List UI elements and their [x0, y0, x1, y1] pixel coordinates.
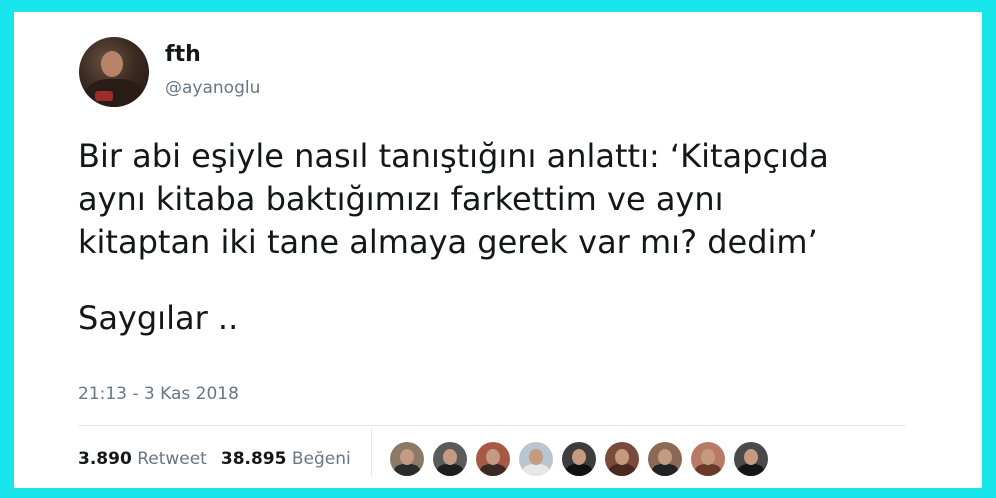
retweet-label: Retweet — [137, 449, 207, 469]
tweet-line: Saygılar .. — [78, 299, 239, 337]
like-count: 38.895 — [220, 449, 287, 469]
avatar-shirt — [85, 79, 143, 107]
liker-body — [523, 464, 549, 476]
stats-separator — [371, 428, 372, 476]
liker-face — [572, 449, 586, 465]
like-label: Beğeni — [291, 449, 351, 469]
engagement-stats: 3.890 Retweet 38.895 Beğeni — [78, 449, 351, 469]
tweet-line: aynı kitaba baktığımızı farkettim ve ayn… — [78, 180, 724, 218]
avatar-face — [101, 51, 123, 77]
user-name[interactable]: fth — [165, 42, 201, 67]
liker-face — [400, 449, 414, 465]
tweet-text: Bir abi eşiyle nasıl tanıştığını anlattı… — [78, 135, 958, 340]
retweet-stat[interactable]: 3.890 Retweet — [78, 449, 207, 469]
liker-face — [701, 449, 715, 465]
divider — [78, 425, 906, 426]
tweet-timestamp[interactable]: 21:13 - 3 Kas 2018 — [78, 384, 239, 404]
tweet-line: kitaptan iki tane almaya gerek var mı? d… — [78, 223, 818, 261]
liker-avatar-9[interactable] — [734, 442, 768, 476]
liker-face — [744, 449, 758, 465]
liker-face — [486, 449, 500, 465]
liker-body — [609, 464, 635, 476]
liker-face — [658, 449, 672, 465]
liker-face — [615, 449, 629, 465]
liker-avatar-1[interactable] — [390, 442, 424, 476]
retweet-count: 3.890 — [78, 449, 132, 469]
liker-avatar-4[interactable] — [519, 442, 553, 476]
user-handle[interactable]: @ayanoglu — [165, 78, 260, 98]
liker-face — [443, 449, 457, 465]
like-stat[interactable]: 38.895 Beğeni — [221, 449, 351, 469]
liker-avatar-7[interactable] — [648, 442, 682, 476]
liker-avatar-8[interactable] — [691, 442, 725, 476]
liker-body — [480, 464, 506, 476]
liker-avatar-5[interactable] — [562, 442, 596, 476]
liker-body — [437, 464, 463, 476]
liker-body — [652, 464, 678, 476]
liker-avatar-6[interactable] — [605, 442, 639, 476]
liker-avatar-2[interactable] — [433, 442, 467, 476]
tweet-line: Bir abi eşiyle nasıl tanıştığını anlattı… — [78, 137, 829, 175]
avatar-accent — [95, 91, 113, 101]
liker-avatar-3[interactable] — [476, 442, 510, 476]
user-avatar[interactable] — [79, 37, 149, 107]
liker-body — [394, 464, 420, 476]
liker-face — [529, 449, 543, 465]
liker-body — [738, 464, 764, 476]
liker-body — [695, 464, 721, 476]
tweet-card: fth @ayanoglu Bir abi eşiyle nasıl tanış… — [14, 12, 982, 488]
liker-body — [566, 464, 592, 476]
